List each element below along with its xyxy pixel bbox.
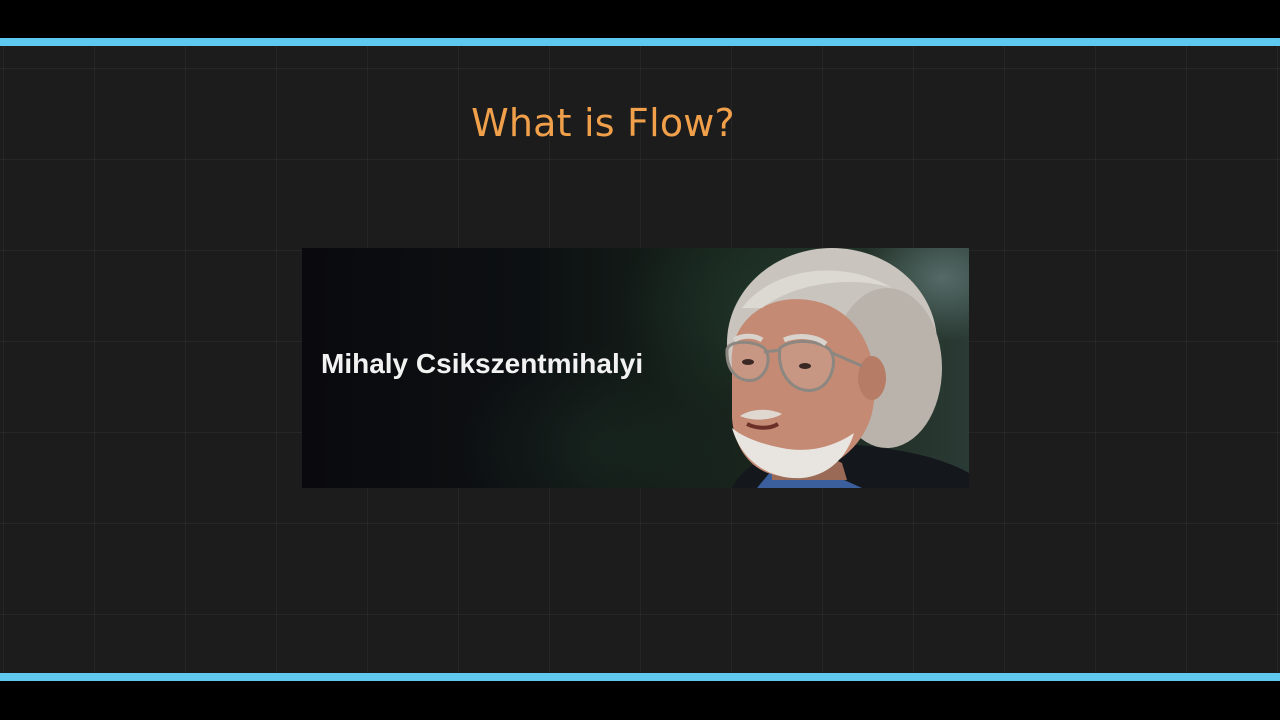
slide: What is Flow? Mihaly Csikszentmihalyi <box>0 46 1280 673</box>
accent-line-top <box>0 38 1280 46</box>
accent-line-bottom <box>0 673 1280 681</box>
letterbox-top <box>0 0 1280 38</box>
portrait-photo: Mihaly Csikszentmihalyi <box>302 248 969 488</box>
photo-caption: Mihaly Csikszentmihalyi <box>321 348 644 379</box>
slide-title: What is Flow? <box>471 101 735 145</box>
video-frame: What is Flow? Mihaly Csikszentmihalyi <box>0 0 1280 720</box>
letterbox-bottom <box>0 681 1280 720</box>
